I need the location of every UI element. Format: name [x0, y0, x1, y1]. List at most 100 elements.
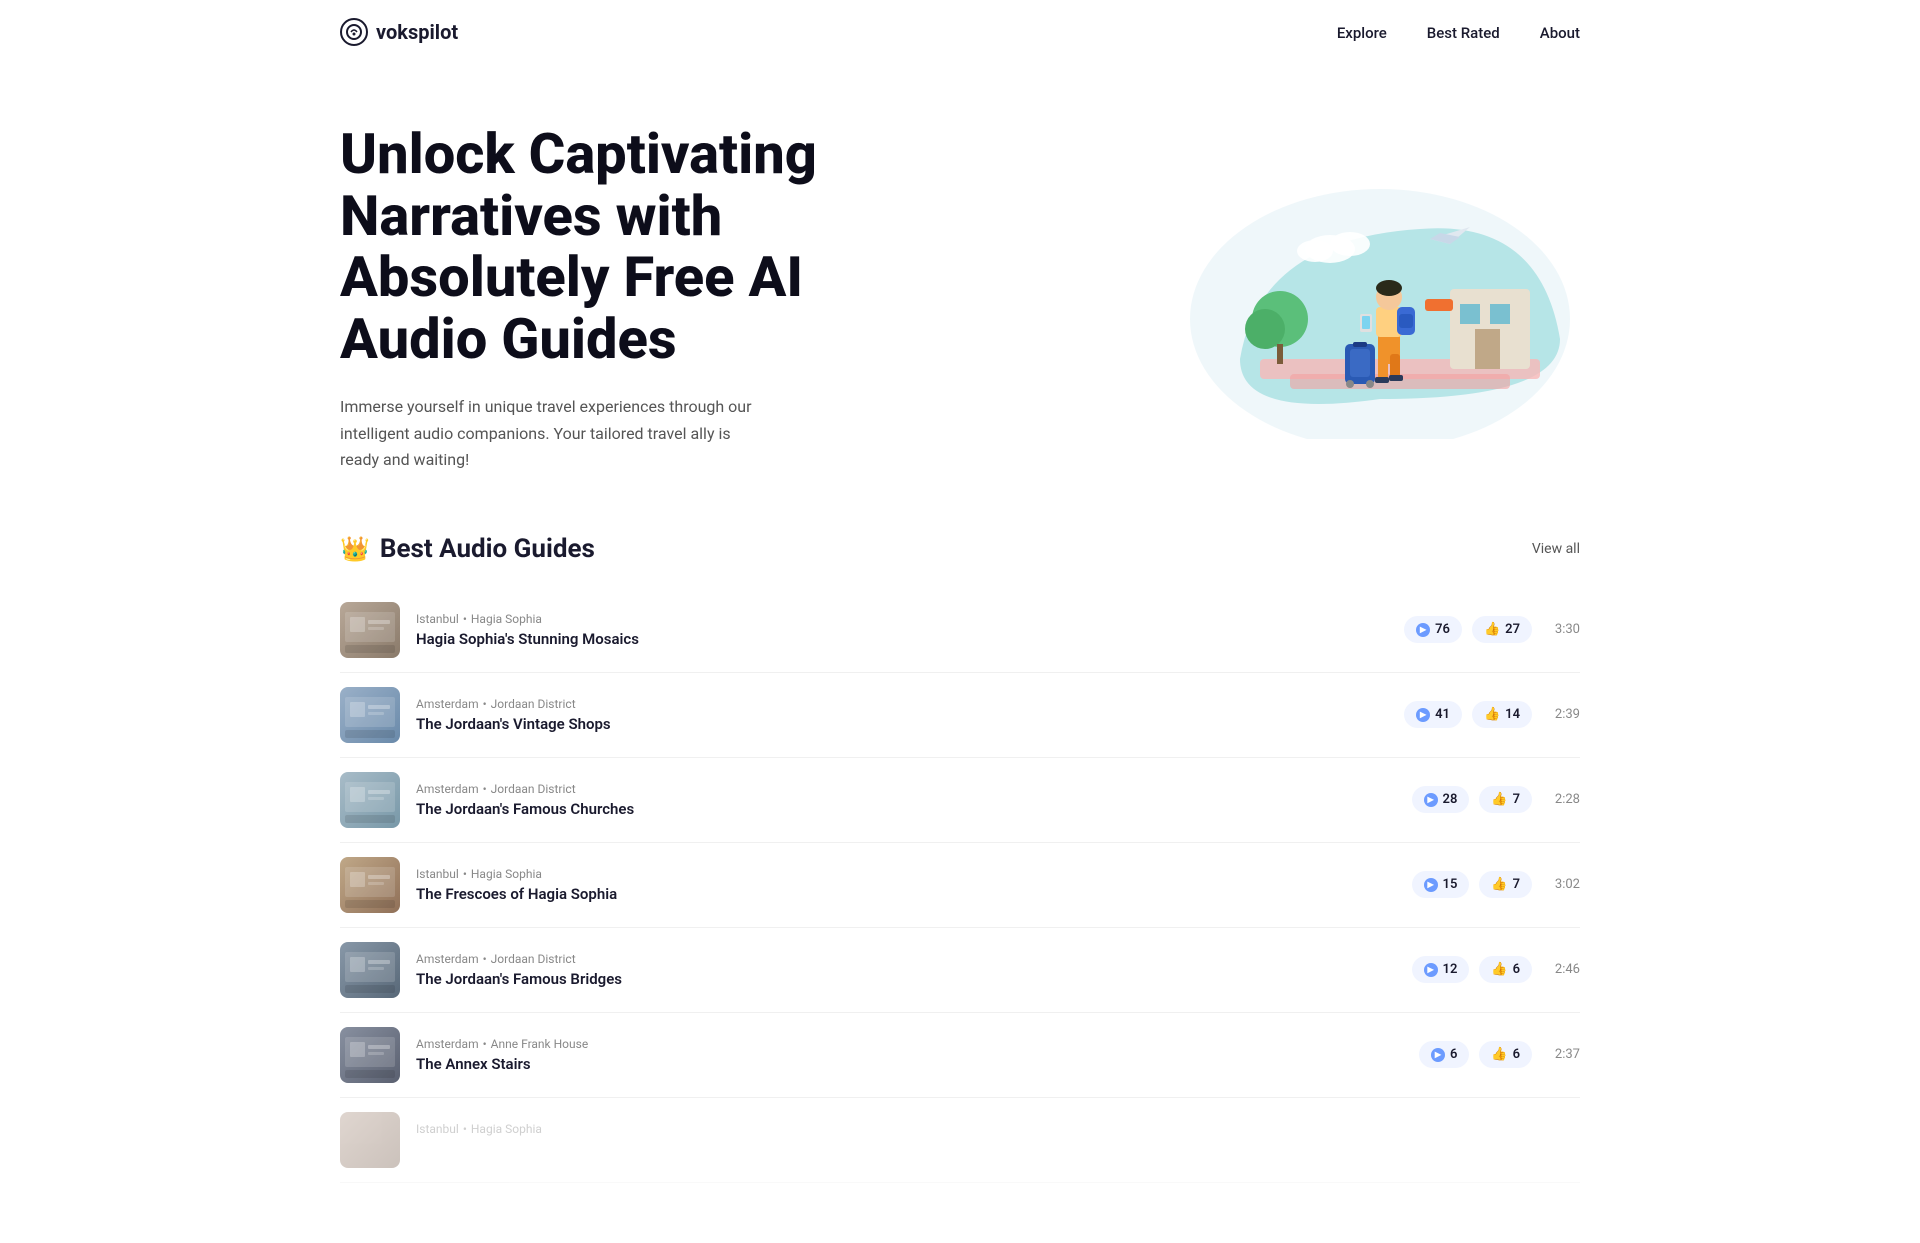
- likes-badge: 👍 7: [1479, 871, 1532, 898]
- guide-name: [416, 1140, 1580, 1158]
- like-icon: 👍: [1491, 877, 1507, 892]
- logo-icon: [340, 18, 368, 46]
- guide-info: Istanbul•Hagia Sophia: [416, 1122, 1580, 1158]
- play-count: 12: [1443, 962, 1458, 977]
- likes-badge: 👍 14: [1472, 701, 1532, 728]
- hero-illustration: [1160, 159, 1580, 439]
- list-item[interactable]: Amsterdam•Jordaan District The Jordaan's…: [340, 758, 1580, 843]
- play-count: 41: [1435, 707, 1450, 722]
- guide-info: Amsterdam•Anne Frank House The Annex Sta…: [416, 1037, 1403, 1073]
- list-item[interactable]: Amsterdam•Jordaan District The Jordaan's…: [340, 673, 1580, 758]
- list-item[interactable]: Amsterdam•Jordaan District The Jordaan's…: [340, 928, 1580, 1013]
- guide-name: The Jordaan's Vintage Shops: [416, 715, 1388, 733]
- guide-list: Istanbul•Hagia Sophia Hagia Sophia's Stu…: [340, 588, 1580, 1183]
- play-count: 28: [1443, 792, 1458, 807]
- guide-meta: ▶ 28 👍 7 2:28: [1412, 786, 1580, 813]
- guide-name: The Jordaan's Famous Bridges: [416, 970, 1396, 988]
- hero-subtitle: Immerse yourself in unique travel experi…: [340, 394, 760, 473]
- plays-badge: ▶ 28: [1412, 786, 1470, 813]
- plays-badge: ▶ 41: [1404, 701, 1462, 728]
- best-guides-section: 👑 Best Audio Guides View all Istanbul•Ha…: [0, 514, 1920, 1243]
- plays-badge: ▶ 6: [1419, 1041, 1469, 1068]
- guide-duration: 2:39: [1542, 707, 1580, 722]
- guide-thumbnail: [340, 602, 400, 658]
- play-icon: ▶: [1424, 878, 1438, 892]
- guide-meta: ▶ 15 👍 7 3:02: [1412, 871, 1580, 898]
- guide-duration: 2:28: [1542, 792, 1580, 807]
- hero-title: Unlock Captivating Narratives with Absol…: [340, 124, 900, 370]
- guide-thumbnail: [340, 1112, 400, 1168]
- guide-district: Jordaan District: [491, 782, 576, 796]
- guide-name: The Jordaan's Famous Churches: [416, 800, 1396, 818]
- likes-badge: 👍 6: [1479, 956, 1532, 983]
- guide-thumbnail: [340, 772, 400, 828]
- logo[interactable]: vokspilot: [340, 18, 458, 46]
- nav-about[interactable]: About: [1540, 24, 1580, 42]
- guide-duration: 2:37: [1542, 1047, 1580, 1062]
- guide-meta: ▶ 6 👍 6 2:37: [1419, 1041, 1580, 1068]
- guide-meta: ▶ 76 👍 27 3:30: [1404, 616, 1580, 643]
- guide-thumbnail: [340, 857, 400, 913]
- plays-badge: ▶ 15: [1412, 871, 1470, 898]
- list-item[interactable]: Istanbul•Hagia Sophia The Frescoes of Ha…: [340, 843, 1580, 928]
- guide-location: Istanbul•Hagia Sophia: [416, 612, 1388, 626]
- guide-info: Amsterdam•Jordaan District The Jordaan's…: [416, 782, 1396, 818]
- guide-city: Amsterdam: [416, 952, 479, 966]
- view-all-link[interactable]: View all: [1532, 541, 1580, 557]
- nav-best-rated[interactable]: Best Rated: [1427, 24, 1500, 42]
- guide-meta: ▶ 12 👍 6 2:46: [1412, 956, 1580, 983]
- plays-badge: ▶ 12: [1412, 956, 1470, 983]
- guide-thumbnail: [340, 687, 400, 743]
- like-count: 6: [1513, 1047, 1520, 1062]
- guide-city: Amsterdam: [416, 697, 479, 711]
- nav-links: Explore Best Rated About: [1337, 23, 1580, 42]
- likes-badge: 👍 7: [1479, 786, 1532, 813]
- guide-city: Amsterdam: [416, 782, 479, 796]
- guide-info: Istanbul•Hagia Sophia Hagia Sophia's Stu…: [416, 612, 1388, 648]
- like-count: 27: [1505, 622, 1520, 637]
- hero-section: Unlock Captivating Narratives with Absol…: [0, 64, 1920, 514]
- list-item[interactable]: Amsterdam•Anne Frank House The Annex Sta…: [340, 1013, 1580, 1098]
- guide-city: Istanbul: [416, 612, 459, 626]
- guide-name: The Frescoes of Hagia Sophia: [416, 885, 1396, 903]
- likes-badge: 👍 6: [1479, 1041, 1532, 1068]
- guide-district: Jordaan District: [491, 952, 576, 966]
- logo-text: vokspilot: [376, 20, 458, 44]
- like-icon: 👍: [1491, 1047, 1507, 1062]
- guide-location: Amsterdam•Jordaan District: [416, 952, 1396, 966]
- section-header: 👑 Best Audio Guides View all: [340, 534, 1580, 564]
- like-count: 7: [1513, 792, 1520, 807]
- like-count: 14: [1505, 707, 1520, 722]
- crown-icon: 👑: [340, 535, 370, 563]
- like-icon: 👍: [1484, 707, 1500, 722]
- guide-thumbnail: [340, 1027, 400, 1083]
- guide-district: Hagia Sophia: [471, 612, 542, 626]
- like-count: 6: [1513, 962, 1520, 977]
- guide-district: Anne Frank House: [491, 1037, 589, 1051]
- play-icon: ▶: [1431, 1048, 1445, 1062]
- guide-info: Istanbul•Hagia Sophia The Frescoes of Ha…: [416, 867, 1396, 903]
- play-count: 76: [1435, 622, 1450, 637]
- guide-city: Istanbul: [416, 867, 459, 881]
- play-icon: ▶: [1424, 793, 1438, 807]
- guide-location: Istanbul•Hagia Sophia: [416, 867, 1396, 881]
- play-icon: ▶: [1416, 623, 1430, 637]
- guide-name: Hagia Sophia's Stunning Mosaics: [416, 630, 1388, 648]
- guide-duration: 3:02: [1542, 877, 1580, 892]
- play-icon: ▶: [1424, 963, 1438, 977]
- like-icon: 👍: [1491, 962, 1507, 977]
- guide-district: Jordaan District: [491, 697, 576, 711]
- guide-district: Hagia Sophia: [471, 867, 542, 881]
- guide-duration: 2:46: [1542, 962, 1580, 977]
- guide-thumbnail: [340, 942, 400, 998]
- guide-location: Istanbul•Hagia Sophia: [416, 1122, 1580, 1136]
- list-item[interactable]: Istanbul•Hagia Sophia: [340, 1098, 1580, 1183]
- like-icon: 👍: [1491, 792, 1507, 807]
- list-item[interactable]: Istanbul•Hagia Sophia Hagia Sophia's Stu…: [340, 588, 1580, 673]
- guide-location: Amsterdam•Jordaan District: [416, 782, 1396, 796]
- navbar: vokspilot Explore Best Rated About: [0, 0, 1920, 64]
- guide-meta: ▶ 41 👍 14 2:39: [1404, 701, 1580, 728]
- nav-explore[interactable]: Explore: [1337, 24, 1387, 42]
- guide-location: Amsterdam•Anne Frank House: [416, 1037, 1403, 1051]
- guide-city: Amsterdam: [416, 1037, 479, 1051]
